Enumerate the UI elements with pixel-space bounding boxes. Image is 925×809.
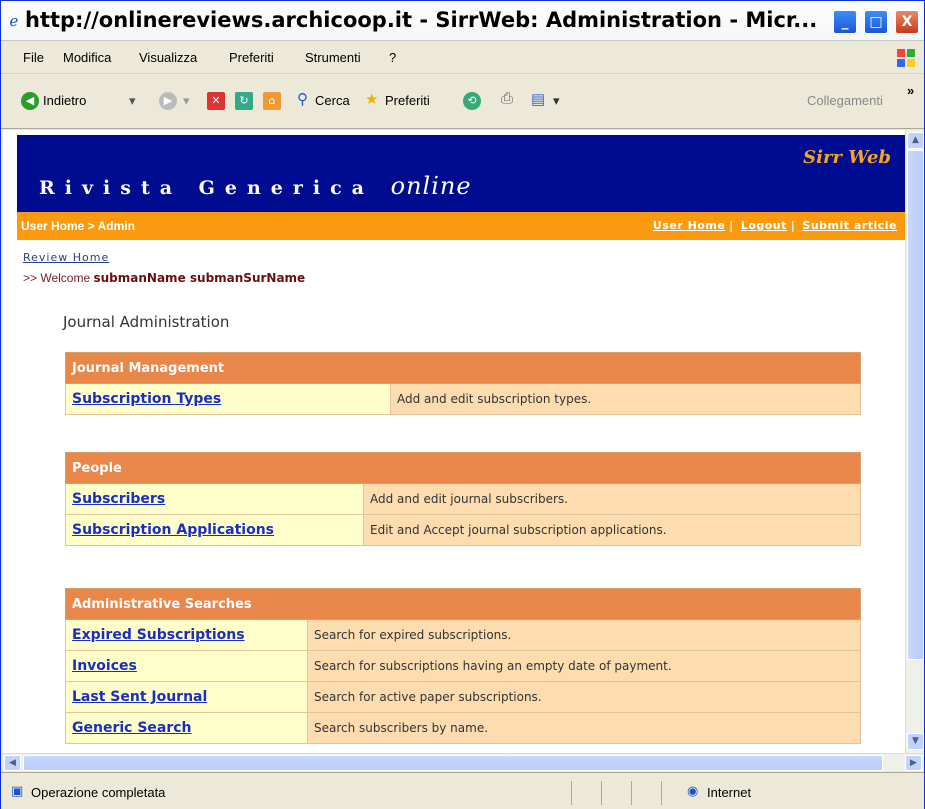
- window-title: http://onlinereviews.archicoop.it - Sirr…: [25, 8, 818, 32]
- edit-icon[interactable]: ▤: [531, 90, 545, 108]
- row-description: Add and edit subscription types.: [390, 383, 861, 415]
- row-description: Search subscribers by name.: [307, 712, 861, 744]
- edit-dropdown-icon[interactable]: ▾: [553, 93, 560, 109]
- security-zone: Internet: [707, 785, 752, 800]
- status-divider: [631, 781, 632, 805]
- scroll-right-icon[interactable]: ▶: [905, 755, 922, 771]
- scroll-down-icon[interactable]: ▼: [907, 733, 924, 750]
- table-row: Invoices Search for subscriptions having…: [65, 650, 861, 682]
- forward-arrow-icon[interactable]: ▶: [159, 92, 177, 110]
- search-button[interactable]: Cerca: [315, 93, 350, 108]
- menu-help[interactable]: ?: [389, 50, 396, 65]
- table-row: Last Sent Journal Search for active pape…: [65, 681, 861, 713]
- ie-icon: ℯ: [9, 12, 19, 30]
- status-divider: [601, 781, 602, 805]
- subscription-types-link[interactable]: Subscription Types: [72, 391, 221, 407]
- row-description: Edit and Accept journal subscription app…: [363, 514, 861, 546]
- back-button[interactable]: Indietro: [43, 93, 86, 108]
- table-row: Expired Subscriptions Search for expired…: [65, 619, 861, 651]
- journal-name: Rivista Generica: [39, 177, 374, 199]
- logout-link[interactable]: Logout: [741, 219, 787, 232]
- home-icon[interactable]: ⌂: [263, 92, 281, 110]
- page-viewport: Sirr Web Rivista Generica online User Ho…: [3, 130, 905, 753]
- last-sent-journal-link[interactable]: Last Sent Journal: [72, 689, 207, 705]
- section-header: People: [65, 452, 861, 484]
- site-banner: Sirr Web Rivista Generica online: [17, 135, 905, 212]
- administrative-searches-table: Administrative Searches Expired Subscrip…: [65, 588, 861, 744]
- submit-article-link[interactable]: Submit article: [802, 219, 897, 232]
- status-text: Operazione completata: [31, 785, 166, 800]
- brand-logo-text: Sirr Web: [803, 147, 891, 168]
- status-divider: [661, 781, 662, 805]
- user-name: submanName submanSurName: [93, 271, 306, 285]
- title-bar: ℯ http://onlinereviews.archicoop.it - Si…: [1, 1, 924, 41]
- row-description: Search for expired subscriptions.: [307, 619, 861, 651]
- review-home-link[interactable]: Review Home: [23, 251, 109, 264]
- menu-preferiti[interactable]: Preferiti: [229, 50, 274, 65]
- close-button[interactable]: X: [895, 10, 919, 34]
- page-done-icon: ▣: [11, 784, 24, 799]
- journal-online: online: [390, 172, 472, 200]
- menu-modifica[interactable]: Modifica: [63, 50, 111, 65]
- table-row: Subscription Applications Edit and Accep…: [65, 514, 861, 546]
- links-button[interactable]: Collegamenti: [807, 93, 883, 108]
- table-row: Generic Search Search subscribers by nam…: [65, 712, 861, 744]
- scroll-up-icon[interactable]: ▲: [907, 132, 924, 149]
- section-header: Journal Management: [65, 352, 861, 384]
- expired-subscriptions-link[interactable]: Expired Subscriptions: [72, 627, 245, 643]
- menu-visualizza[interactable]: Visualizza: [139, 50, 197, 65]
- user-home-link[interactable]: User Home: [653, 219, 725, 232]
- history-icon[interactable]: ⟲: [463, 92, 481, 110]
- menu-strumenti[interactable]: Strumenti: [305, 50, 361, 65]
- section-header: Administrative Searches: [65, 588, 861, 620]
- breadcrumb: User Home > Admin: [21, 219, 135, 233]
- status-divider: [571, 781, 572, 805]
- row-description: Add and edit journal subscribers.: [363, 483, 861, 515]
- nav-bar: User Home > Admin User Home | Logout | S…: [17, 212, 905, 240]
- welcome-prefix: >> Welcome: [23, 271, 91, 285]
- globe-icon: ◉: [687, 784, 699, 799]
- row-description: Search for subscriptions having an empty…: [307, 650, 861, 682]
- table-row: Subscribers Add and edit journal subscri…: [65, 483, 861, 515]
- horizontal-scrollbar[interactable]: ◀ ▶: [3, 753, 924, 771]
- print-icon[interactable]: ⎙: [501, 90, 513, 107]
- generic-search-link[interactable]: Generic Search: [72, 720, 192, 736]
- back-arrow-icon[interactable]: ◀: [21, 92, 39, 110]
- minimize-button[interactable]: _: [833, 10, 857, 34]
- scroll-left-icon[interactable]: ◀: [4, 755, 21, 771]
- vertical-scrollbar[interactable]: ▲ ▼: [905, 130, 924, 753]
- journal-title: Rivista Generica online: [39, 172, 472, 200]
- journal-management-table: Journal Management Subscription Types Ad…: [65, 352, 861, 415]
- welcome-message: >> Welcome submanName submanSurName: [23, 271, 305, 285]
- chevron-more-icon[interactable]: »: [907, 83, 914, 98]
- windows-logo-icon: [897, 49, 915, 67]
- subscribers-link[interactable]: Subscribers: [72, 491, 165, 507]
- search-icon[interactable]: ⚲: [297, 90, 308, 108]
- refresh-icon[interactable]: ↻: [235, 92, 253, 110]
- maximize-button[interactable]: □: [864, 10, 888, 34]
- back-dropdown-icon[interactable]: ▾: [129, 93, 136, 109]
- favorites-button[interactable]: Preferiti: [385, 93, 430, 108]
- browser-window: ℯ http://onlinereviews.archicoop.it - Si…: [0, 0, 925, 809]
- menu-bar: File Modifica Visualizza Preferiti Strum…: [1, 42, 924, 74]
- nav-links: User Home | Logout | Submit article: [652, 219, 897, 232]
- invoices-link[interactable]: Invoices: [72, 658, 137, 674]
- favorites-star-icon[interactable]: ★: [365, 90, 378, 108]
- status-bar: ▣ Operazione completata ◉ Internet: [1, 772, 924, 809]
- forward-dropdown-icon[interactable]: ▾: [183, 93, 190, 109]
- row-description: Search for active paper subscriptions.: [307, 681, 861, 713]
- horizontal-scroll-thumb[interactable]: [23, 755, 883, 771]
- people-table: People Subscribers Add and edit journal …: [65, 452, 861, 546]
- stop-icon[interactable]: ✕: [207, 92, 225, 110]
- tool-bar: ◀ Indietro ▾ ▶ ▾ ✕ ↻ ⌂ ⚲ Cerca ★ Preferi…: [1, 75, 924, 129]
- table-row: Subscription Types Add and edit subscrip…: [65, 383, 861, 415]
- menu-file[interactable]: File: [23, 50, 44, 65]
- subscription-applications-link[interactable]: Subscription Applications: [72, 522, 274, 538]
- page-title: Journal Administration: [63, 313, 230, 331]
- vertical-scroll-thumb[interactable]: [907, 150, 924, 660]
